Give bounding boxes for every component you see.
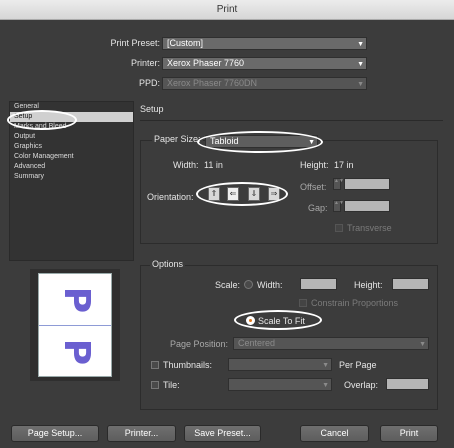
print-button[interactable]: Print <box>380 425 438 442</box>
page-position-value: Centered <box>238 338 276 348</box>
sidebar-item-marks-and-bleed[interactable]: Marks and Bleed <box>10 122 133 132</box>
gap-label: Gap: <box>308 203 328 213</box>
portrait-orientation-icon[interactable]: ⇑ <box>208 187 220 201</box>
tile-select[interactable]: ▼ <box>228 378 332 391</box>
sidebar-item-graphics[interactable]: Graphics <box>10 142 133 152</box>
preview-page: P P <box>38 273 112 377</box>
width-value: 11 in <box>204 160 223 170</box>
scale-width-radio[interactable] <box>244 280 253 289</box>
offset-label: Offset: <box>300 182 327 192</box>
sidebar-item-color-management[interactable]: Color Management <box>10 152 133 162</box>
height-label: Height: <box>300 160 329 170</box>
chevron-down-icon: ▼ <box>322 382 329 389</box>
width-label: Width: <box>173 160 199 170</box>
chevron-down-icon: ▼ <box>322 362 329 369</box>
chevron-down-icon: ▼ <box>308 139 315 146</box>
thumbnails-checkbox[interactable] <box>151 361 159 369</box>
sidebar-item-advanced[interactable]: Advanced <box>10 162 133 172</box>
paper-size-label: Paper Size: <box>152 134 203 144</box>
paper-size-select[interactable]: Tabloid ▼ <box>205 135 318 148</box>
scale-width-label: Width: <box>257 280 283 290</box>
print-preset-label: Print Preset: <box>110 38 160 48</box>
cancel-button[interactable]: Cancel <box>300 425 369 442</box>
options-heading: Options <box>150 259 186 269</box>
divider <box>140 120 443 121</box>
reverse-landscape-orientation-icon[interactable]: ⇒ <box>268 187 280 201</box>
sidebar-item-setup[interactable]: Setup <box>10 112 133 122</box>
overlap-label: Overlap: <box>344 380 379 390</box>
ppd-value: Xerox Phaser 7760DN <box>167 78 258 88</box>
page-position-label: Page Position: <box>170 339 229 349</box>
print-preset-select[interactable]: [Custom] ▼ <box>162 37 367 50</box>
scale-to-fit-label: Scale To Fit <box>258 316 305 326</box>
chevron-down-icon: ▼ <box>357 41 364 48</box>
printer-label: Printer: <box>130 58 160 68</box>
print-preset-value: [Custom] <box>167 38 204 48</box>
thumbnails-select[interactable]: ▼ <box>228 358 332 371</box>
printer-button[interactable]: Printer... <box>107 425 176 442</box>
landscape-orientation-icon[interactable]: ⇐ <box>227 187 239 201</box>
offset-field[interactable] <box>344 178 390 190</box>
per-page-label: Per Page <box>339 360 377 370</box>
scale-height-label: Height: <box>354 280 383 290</box>
scale-label: Scale: <box>215 280 241 290</box>
save-preset-button[interactable]: Save Preset... <box>184 425 261 442</box>
reverse-portrait-orientation-icon[interactable]: ⇓ <box>248 187 260 201</box>
paper-size-value: Tabloid <box>210 136 239 146</box>
height-value: 17 in <box>334 160 354 170</box>
gap-stepper[interactable]: ▲▼ <box>333 200 344 212</box>
printer-select[interactable]: Xerox Phaser 7760 ▼ <box>162 57 367 70</box>
printer-value: Xerox Phaser 7760 <box>167 58 245 68</box>
tile-checkbox[interactable] <box>151 381 159 389</box>
constrain-proportions-checkbox[interactable] <box>299 299 307 307</box>
print-preview: P P <box>30 269 120 381</box>
chevron-down-icon: ▼ <box>357 61 364 68</box>
preview-page-divider <box>39 325 111 326</box>
sidebar-item-summary[interactable]: Summary <box>10 172 133 182</box>
page-position-select[interactable]: Centered ▼ <box>233 337 429 350</box>
ppd-label: PPD: <box>138 78 160 88</box>
sidebar-item-general[interactable]: General <box>10 102 133 112</box>
offset-stepper[interactable]: ▲▼ <box>333 178 344 190</box>
gap-field[interactable] <box>344 200 390 212</box>
chevron-down-icon: ▼ <box>357 81 364 88</box>
chevron-down-icon: ▼ <box>419 341 426 348</box>
sidebar-item-output[interactable]: Output <box>10 132 133 142</box>
overlap-field[interactable] <box>386 378 429 390</box>
page-setup-button[interactable]: Page Setup... <box>11 425 99 442</box>
preview-glyph-top: P <box>56 286 97 314</box>
window-title: Print <box>0 0 454 20</box>
constrain-proportions-label: Constrain Proportions <box>311 298 399 308</box>
ppd-select[interactable]: Xerox Phaser 7760DN ▼ <box>162 77 367 90</box>
transverse-checkbox[interactable] <box>335 224 343 232</box>
orientation-label: Orientation: <box>147 192 194 202</box>
scale-to-fit-radio[interactable] <box>246 316 255 325</box>
thumbnails-label: Thumbnails: <box>163 360 213 370</box>
tile-label: Tile: <box>163 380 180 390</box>
scale-height-field[interactable] <box>392 278 429 290</box>
sidebar: General Setup Marks and Bleed Output Gra… <box>9 101 134 261</box>
transverse-label: Transverse <box>347 223 392 233</box>
preview-glyph-bottom: P <box>56 338 97 366</box>
setup-heading: Setup <box>140 104 164 114</box>
scale-width-field[interactable] <box>300 278 337 290</box>
